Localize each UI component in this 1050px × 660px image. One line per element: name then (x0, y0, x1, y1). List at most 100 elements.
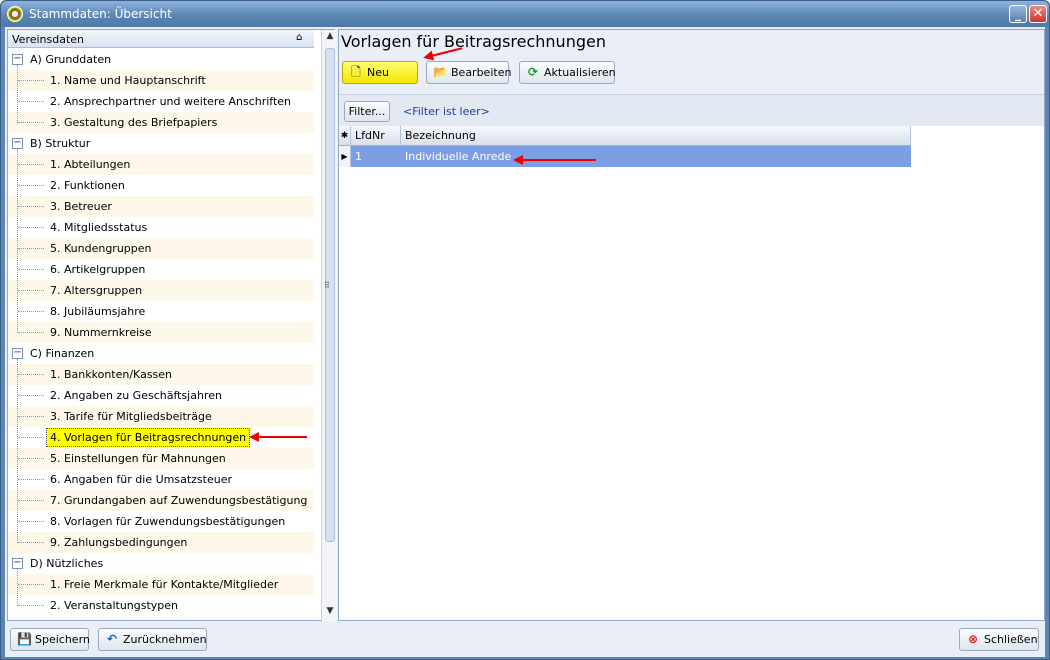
new-button-label: Neu (367, 66, 389, 79)
tree-connector (18, 101, 44, 102)
tree-header-label: Vereinsdaten (12, 33, 85, 46)
tree-connector (18, 521, 44, 522)
tree-item-label: 9. Zahlungsbedingungen (50, 536, 188, 549)
tree-item[interactable]: 3. Tarife für Mitgliedsbeiträge (8, 406, 314, 427)
close-button-label: Schließen (984, 633, 1038, 646)
tree-connector (18, 269, 44, 270)
tree-item[interactable]: 3. Gestaltung des Briefpapiers (8, 112, 314, 133)
tree-connector (18, 206, 44, 207)
tree-item-label: 7. Grundangaben auf Zuwendungsbestätigun… (50, 494, 308, 507)
tree-item-label: 2. Funktionen (50, 179, 125, 192)
tree-item-label: 2. Angaben zu Geschäftsjahren (50, 389, 222, 402)
tree-scrollbar[interactable]: ▲ ▼ (321, 30, 337, 622)
tree-item-label: 5. Einstellungen für Mahnungen (50, 452, 226, 465)
new-document-icon: 🗋 (351, 65, 361, 79)
scrollbar-thumb[interactable] (325, 48, 335, 542)
tree-item-label: 1. Name und Hauptanschrift (50, 74, 206, 87)
bottom-bar: 💾 Speichern ↶ Zurücknehmen ⊗ Schließen (5, 623, 1045, 657)
tree-item[interactable]: 6. Artikelgruppen (8, 259, 314, 280)
tree-group-1[interactable]: − B) Struktur (8, 133, 314, 154)
tree-item[interactable]: 4. Mitgliedsstatus (8, 217, 314, 238)
tree-item-label: 4. Mitgliedsstatus (50, 221, 148, 234)
edit-button-label: Bearbeiten (451, 66, 512, 79)
tree-item[interactable]: 1. Bankkonten/Kassen (8, 364, 314, 385)
cell-bezeichnung[interactable]: Individuelle Anrede (405, 146, 511, 167)
tree-connector (18, 416, 44, 417)
tree-item-label: 6. Artikelgruppen (50, 263, 146, 276)
minimize-button[interactable]: _ (1009, 5, 1027, 23)
tree-item[interactable]: 5. Einstellungen für Mahnungen (8, 448, 314, 469)
tree-item[interactable]: 1. Freie Merkmale für Kontakte/Mitgliede… (8, 574, 314, 595)
content-header: Vorlagen für Beitragsrechnungen 🗋 Neu 📂 … (339, 30, 1044, 94)
undo-button-label: Zurücknehmen (123, 633, 207, 646)
tree-item-label: 2. Ansprechpartner und weitere Anschrift… (50, 95, 292, 108)
save-disk-icon: 💾 (17, 632, 32, 646)
table-row[interactable]: ▶ 1 Individuelle Anrede (339, 146, 911, 167)
tree-item[interactable]: 5. Kundengruppen (8, 238, 314, 259)
title-bar[interactable]: Stammdaten: Übersicht _ ✕ (1, 1, 1049, 27)
pin-icon[interactable]: ⌂ (296, 32, 302, 43)
close-button[interactable]: ⊗ Schließen (959, 628, 1039, 651)
filter-button[interactable]: Filter... (344, 101, 390, 122)
tree-item[interactable]: 2. Funktionen (8, 175, 314, 196)
tree-group-0[interactable]: − A) Grunddaten (8, 49, 314, 70)
tree-item-label: 7. Altersgruppen (50, 284, 143, 297)
content-panel: Vorlagen für Beitragsrechnungen 🗋 Neu 📂 … (338, 29, 1045, 621)
scroll-down-icon[interactable]: ▼ (324, 606, 336, 620)
refresh-button[interactable]: ⟳ Aktualisieren (519, 61, 616, 84)
tree-item-label: 1. Abteilungen (50, 158, 131, 171)
tree-group-label: D) Nützliches (30, 557, 104, 570)
tree-group-3[interactable]: − D) Nützliches (8, 553, 314, 574)
scroll-up-icon[interactable]: ▲ (324, 31, 336, 45)
app-icon (7, 6, 23, 22)
tree-item[interactable]: 1. Name und Hauptanschrift (8, 70, 314, 91)
collapse-icon[interactable]: − (12, 138, 23, 149)
splitter-grip-icon[interactable]: ⠿ (324, 281, 330, 290)
close-circle-icon: ⊗ (967, 632, 979, 646)
tree-item-label: 2. Veranstaltungstypen (50, 599, 179, 612)
annotation-arrow-tree (249, 432, 307, 442)
filter-status-text[interactable]: <Filter ist leer> (403, 105, 490, 118)
tree-item[interactable]: 7. Altersgruppen (8, 280, 314, 301)
tree-group-label: A) Grunddaten (30, 53, 112, 66)
tree-connector-line (17, 149, 18, 333)
undo-button[interactable]: ↶ Zurücknehmen (98, 628, 207, 651)
tree-item[interactable]: 1. Abteilungen (8, 154, 314, 175)
new-button[interactable]: 🗋 Neu (342, 61, 418, 84)
tree-item[interactable]: 2. Angaben zu Geschäftsjahren (8, 385, 314, 406)
tree-connector (18, 332, 44, 333)
tree-item[interactable]: 8. Vorlagen für Zuwendungsbestätigungen (8, 511, 314, 532)
tree-item[interactable]: 3. Betreuer (8, 196, 314, 217)
cell-lfdnr[interactable]: 1 (355, 146, 362, 167)
collapse-icon[interactable]: − (12, 558, 23, 569)
row-indicator-icon: ▶ (339, 146, 351, 167)
tree-group-2[interactable]: − C) Finanzen (8, 343, 314, 364)
tree-connector (18, 227, 44, 228)
tree-item[interactable]: 8. Jubiläumsjahre (8, 301, 314, 322)
tree-connector-line (17, 359, 18, 543)
edit-button[interactable]: 📂 Bearbeiten (426, 61, 512, 84)
tree-item-label: 1. Freie Merkmale für Kontakte/Mitgliede… (50, 578, 279, 591)
save-button[interactable]: 💾 Speichern (10, 628, 90, 651)
tree-connector (18, 500, 44, 501)
tree-connector (18, 479, 44, 480)
tree-item[interactable]: 9. Zahlungsbedingungen (8, 532, 314, 553)
column-header-lfdnr[interactable]: LfdNr (351, 126, 401, 146)
collapse-icon[interactable]: − (12, 348, 23, 359)
tree-item[interactable]: 9. Nummernkreise (8, 322, 314, 343)
close-window-button[interactable]: ✕ (1029, 5, 1047, 23)
tree-connector (18, 164, 44, 165)
refresh-button-label: Aktualisieren (544, 66, 616, 79)
collapse-icon[interactable]: − (12, 54, 23, 65)
tree-item[interactable]: 6. Angaben für die Umsatzsteuer (8, 469, 314, 490)
tree-item[interactable]: 2. Ansprechpartner und weitere Anschrift… (8, 91, 314, 112)
refresh-icon: ⟳ (527, 65, 539, 79)
tree-connector (18, 248, 44, 249)
column-header-bezeichnung[interactable]: Bezeichnung (401, 126, 911, 146)
tree-item-label: 9. Nummernkreise (50, 326, 152, 339)
tree-item[interactable]: 2. Veranstaltungstypen (8, 595, 314, 616)
window-title: Stammdaten: Übersicht (29, 7, 172, 21)
tree-connector (18, 584, 44, 585)
new-row-icon: ✱ (339, 126, 351, 146)
tree-item[interactable]: 7. Grundangaben auf Zuwendungsbestätigun… (8, 490, 314, 511)
